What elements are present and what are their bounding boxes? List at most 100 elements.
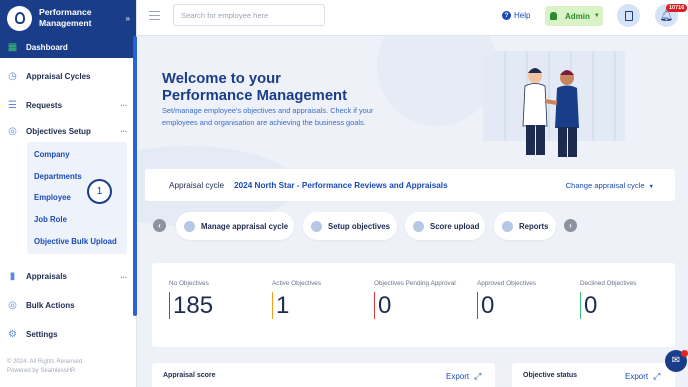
quick-action-label: Setup objectives (328, 221, 390, 231)
stat-approved-objectives: Approved Objectives 0 (477, 280, 536, 319)
sidebar: Performance Management » ▦ Dashboard ◷ A… (0, 0, 137, 387)
stat-value: 0 (477, 292, 536, 319)
copyright-text: © 2024. All Rights Reserved. (7, 359, 84, 365)
quick-action-label: Reports (519, 221, 549, 231)
manage-appraisal-cycle-button[interactable]: Manage appraisal cycle (176, 212, 294, 240)
sidebar-item-label: Bulk Actions (26, 301, 75, 311)
sidebar-item-objectives-setup[interactable]: ◎ Objectives Setup ... (0, 120, 136, 142)
sidebar-item-label: Appraisals (26, 272, 67, 282)
list-icon: ☰ (8, 99, 17, 111)
scroll-left-button[interactable]: ‹ (153, 219, 166, 232)
chat-notification-dot (681, 350, 688, 357)
export-button[interactable]: Export ⤢ (625, 371, 660, 382)
appraisal-cycle-bar: Appraisal cycle 2024 North Star - Perfor… (145, 169, 675, 201)
submenu-item-objective-bulk-upload[interactable]: Objective Bulk Upload (27, 230, 127, 252)
export-label: Export (625, 372, 649, 381)
change-cycle-label: Change appraisal cycle (565, 181, 645, 190)
submenu-item-departments[interactable]: Departments (27, 166, 127, 188)
quick-action-label: Score upload (430, 221, 480, 231)
sidebar-item-settings[interactable]: ⚙ Settings (0, 324, 136, 346)
export-button[interactable]: Export ⤢ (446, 371, 481, 382)
sidebar-item-requests[interactable]: ☰ Requests ... (0, 94, 136, 116)
appraisal-cycle-name: 2024 North Star - Performance Reviews an… (234, 180, 448, 190)
caret-down-icon: ▼ (593, 13, 600, 19)
page-subtitle: Set/manage employee's objectives and app… (162, 106, 374, 127)
submenu-item-company[interactable]: Company (27, 144, 127, 166)
stat-value: 0 (374, 292, 456, 319)
stat-active-objectives: Active Objectives 1 (272, 280, 321, 319)
question-icon: ? (502, 11, 511, 20)
card-title: Objective status (523, 372, 578, 379)
sidebar-item-label: Dashboard (26, 42, 68, 52)
sidebar-item-label: Objectives Setup (26, 126, 91, 136)
stat-declined-objectives: Declined Objectives 0 (580, 280, 636, 319)
stat-pending-approval: Objectives Pending Approval 0 (374, 280, 456, 319)
expand-icon: ⤢ (653, 371, 661, 381)
more-icon[interactable]: ... (120, 99, 127, 108)
admin-role-dropdown[interactable]: Admin ▼ (545, 6, 603, 26)
appraisal-score-card: Appraisal score Export ⤢ (152, 363, 495, 387)
circle-icon (413, 220, 424, 232)
sidebar-item-bulk-actions[interactable]: ◎ Bulk Actions (0, 295, 136, 317)
dashboard-grid-icon: ▦ (7, 41, 18, 53)
stat-value: 1 (272, 292, 321, 319)
person-icon (7, 5, 32, 31)
clipboard-icon (624, 10, 633, 21)
topbar: ? Help Admin ▼ 🔔︎ 10716 (137, 0, 688, 36)
setup-objectives-button[interactable]: Setup objectives (303, 212, 397, 240)
cycle-clock-icon: ◷ (8, 70, 17, 82)
card-title: Appraisal score (163, 372, 216, 379)
objectives-stats-panel: No Objectives 185 Active Objectives 1 Ob… (152, 263, 675, 347)
objective-status-card: Objective status Export ⤢ (512, 363, 675, 387)
sidebar-item-label: Settings (26, 330, 58, 340)
admin-label: Admin (565, 11, 590, 21)
submenu-item-employee[interactable]: Employee (27, 187, 127, 209)
scroll-right-button[interactable]: › (564, 219, 577, 232)
score-upload-button[interactable]: Score upload (405, 212, 485, 240)
reports-button[interactable]: Reports (494, 212, 556, 240)
step-marker-badge: 1 (87, 179, 112, 204)
more-icon[interactable]: ... (120, 125, 127, 134)
search-input[interactable] (173, 4, 325, 26)
appraisal-cycle-label: Appraisal cycle (169, 180, 225, 190)
sidebar-item-appraisal-cycles[interactable]: ◷ Appraisal Cycles (0, 65, 136, 87)
more-icon[interactable]: ... (120, 271, 127, 280)
circle-icon (311, 220, 322, 232)
expand-icon: ⤢ (474, 371, 482, 381)
change-appraisal-cycle-dropdown[interactable]: Change appraisal cycle ▼ (566, 181, 654, 190)
book-icon: ▮ (9, 271, 16, 283)
sidebar-item-label: Requests (26, 100, 63, 110)
menu-icon[interactable] (149, 11, 160, 20)
stat-label: Active Objectives (272, 280, 322, 287)
objectives-setup-submenu: Company Departments Employee Job Role Ob… (27, 142, 127, 254)
powered-by-text: Powered by SeamlessHR (7, 368, 76, 374)
chevrons-icon[interactable]: » (126, 14, 130, 23)
app-title: Performance Management (39, 7, 92, 28)
gear-icon: ⚙ (8, 329, 17, 341)
main-content: Welcome to your Performance Management S… (137, 36, 688, 387)
sidebar-footer: © 2024. All Rights Reserved. Powered by … (7, 358, 84, 376)
stat-value: 185 (169, 292, 213, 319)
stat-label: Declined Objectives (580, 280, 637, 287)
target-icon: ◎ (8, 300, 17, 312)
brand-header[interactable]: Performance Management » (0, 0, 136, 36)
notification-count-badge: 10716 (666, 4, 688, 12)
user-icon (550, 12, 557, 20)
sidebar-item-label: Appraisal Cycles (26, 71, 91, 81)
target-icon: ◎ (8, 125, 17, 137)
stat-label: No Objectives (169, 280, 209, 287)
help-label: Help (514, 11, 531, 20)
sidebar-item-dashboard[interactable]: ▦ Dashboard (0, 36, 136, 58)
export-label: Export (446, 372, 470, 381)
circle-icon (502, 220, 513, 232)
stat-label: Approved Objectives (477, 280, 536, 287)
help-link[interactable]: ? Help (502, 11, 530, 20)
chat-icon: ✉ (671, 355, 681, 366)
submenu-item-job-role[interactable]: Job Role (27, 209, 127, 231)
quick-action-label: Manage appraisal cycle (201, 221, 289, 231)
stat-value: 0 (580, 292, 636, 319)
sidebar-item-appraisals[interactable]: ▮ Appraisals ... (0, 266, 136, 288)
clipboard-button[interactable] (617, 4, 640, 27)
handshake-illustration (483, 51, 625, 157)
circle-icon (184, 220, 195, 232)
